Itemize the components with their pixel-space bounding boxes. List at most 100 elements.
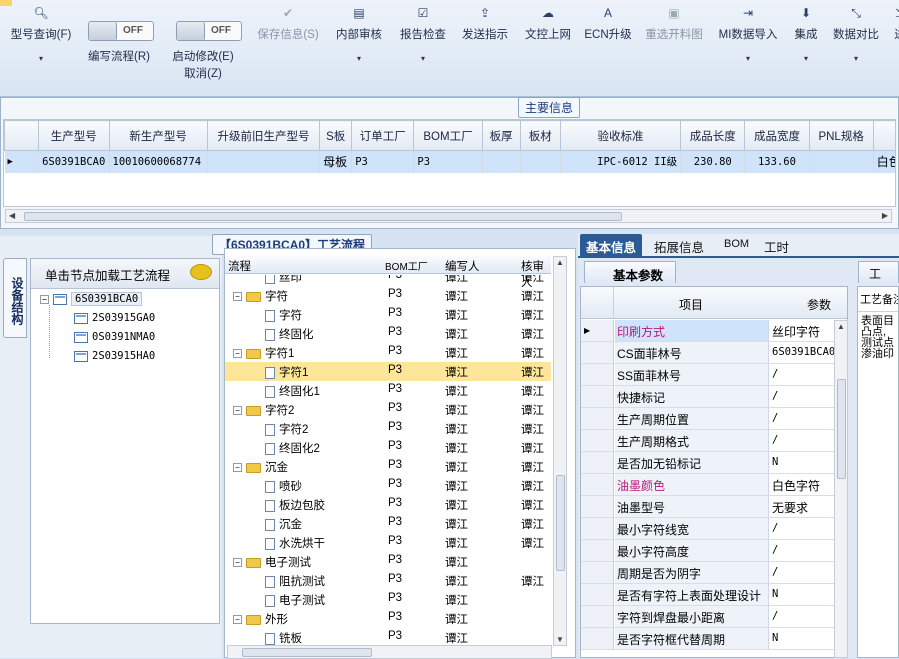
flow-row[interactable]: 阻抗测试 P3 谭江 谭江 xyxy=(225,571,551,590)
collapse-icon[interactable]: − xyxy=(233,558,242,568)
comment-bubble-icon[interactable] xyxy=(190,264,212,280)
param-row[interactable]: 生产周期格式 / xyxy=(581,430,847,452)
column-header[interactable]: BOM工厂 xyxy=(385,258,428,273)
tab-work-hours[interactable]: 工时 xyxy=(758,234,795,256)
mi-import-button[interactable]: ⇥ MI数据导入 ▾ xyxy=(716,6,780,63)
scroll-up-icon[interactable]: ▲ xyxy=(556,258,564,267)
column-header[interactable]: 板材 xyxy=(519,120,561,151)
flow-row[interactable]: 终固化2 P3 谭江 谭江 xyxy=(225,438,551,457)
collapse-icon[interactable]: − xyxy=(233,349,242,359)
tab-notes[interactable]: 工 xyxy=(858,261,899,283)
column-header[interactable]: 成品宽度 xyxy=(744,120,810,151)
flow-row[interactable]: 水洗烘干 P3 谭江 谭江 xyxy=(225,533,551,552)
param-row[interactable]: ▶ 印刷方式 丝印字符 xyxy=(581,320,847,342)
param-row[interactable]: 油墨颜色 白色字符 xyxy=(581,474,847,496)
param-row[interactable]: 字符到焊盘最小距离 / xyxy=(581,606,847,628)
column-header[interactable]: 新生产型号 xyxy=(108,120,208,151)
model-search-button[interactable]: 🔍︎ 型号查询(F) ▾ xyxy=(6,6,76,63)
flow-row[interactable]: − 字符2 P3 谭江 谭江 xyxy=(225,400,551,419)
document-icon xyxy=(265,499,275,512)
more-button[interactable]: ⇲ 进 xyxy=(890,6,899,42)
start-edit-toggle[interactable]: OFF xyxy=(176,21,242,41)
column-header[interactable]: 板厚 xyxy=(481,120,521,151)
collapse-icon[interactable]: − xyxy=(40,294,49,304)
data-compare-button[interactable]: ⤡ 数据对比 ▾ xyxy=(830,6,882,63)
main-grid-hscrollbar[interactable]: ◀ ▶ xyxy=(5,209,892,223)
param-row[interactable]: 周期是否为阴字 / xyxy=(581,562,847,584)
table-row[interactable]: ▶ 6S0391BCA0 10010600068774 母板 P3 P3 IPC… xyxy=(4,150,895,173)
param-row[interactable]: 是否加无铅标记 N xyxy=(581,452,847,474)
device-structure-tab[interactable]: 设备结构 xyxy=(3,258,27,338)
write-flow-toggle[interactable]: OFF xyxy=(88,21,154,41)
column-header[interactable]: 验收标准 xyxy=(559,120,682,151)
flow-row[interactable]: 铣板 P3 谭江 xyxy=(225,628,551,645)
column-header[interactable]: 生产型号 xyxy=(38,120,110,151)
collapse-icon[interactable]: − xyxy=(233,406,242,416)
flow-row[interactable]: 字符 P3 谭江 谭江 xyxy=(225,305,551,324)
flow-row[interactable]: 丝印 P3 谭江 谭江 xyxy=(225,275,551,286)
scroll-left-icon[interactable]: ◀ xyxy=(9,211,15,220)
ecn-upgrade-button[interactable]: A ECN升级 xyxy=(584,6,632,42)
doc-online-button[interactable]: ☁ 文控上网 xyxy=(520,6,576,42)
flow-row[interactable]: 板边包胶 P3 谭江 谭江 xyxy=(225,495,551,514)
integrate-button[interactable]: ⬇ 集成 ▾ xyxy=(790,6,822,63)
flow-row[interactable]: − 字符1 P3 谭江 谭江 xyxy=(225,343,551,362)
column-header[interactable]: 流程 xyxy=(228,258,251,274)
collapse-icon[interactable]: − xyxy=(233,463,242,473)
column-header[interactable]: 成品长度 xyxy=(680,120,746,151)
flow-row[interactable]: − 字符 P3 谭江 谭江 xyxy=(225,286,551,305)
flow-row[interactable]: − 外形 P3 谭江 xyxy=(225,609,551,628)
column-header[interactable]: PNL规格 xyxy=(808,120,874,151)
tree-node-root[interactable]: −6S0391BCA0 xyxy=(40,292,143,306)
send-instruction-button[interactable]: ⇪ 发送指示 xyxy=(458,6,512,42)
tab-basic-params[interactable]: 基本参数 xyxy=(584,261,676,283)
flow-row[interactable]: 终固化1 P3 谭江 谭江 xyxy=(225,381,551,400)
tab-extended-info[interactable]: 拓展信息 xyxy=(648,234,710,256)
notes-text[interactable]: 表面目 凸点, 测试点 渗油印 xyxy=(858,312,898,364)
flow-row[interactable]: 喷砂 P3 谭江 谭江 xyxy=(225,476,551,495)
column-header[interactable]: 编写人 xyxy=(445,258,480,274)
flow-row[interactable]: − 电子测试 P3 谭江 xyxy=(225,552,551,571)
tree-node[interactable]: 2S03915HA0 xyxy=(74,350,155,362)
flow-row[interactable]: 字符2 P3 谭江 谭江 xyxy=(225,419,551,438)
column-header[interactable]: 项目 xyxy=(679,296,703,313)
tree-node[interactable]: 2S03915GA0 xyxy=(74,312,155,324)
param-row[interactable]: 是否有字符上表面处理设计 N xyxy=(581,584,847,606)
param-row[interactable]: 最小字符线宽 / xyxy=(581,518,847,540)
param-row[interactable]: SS面菲林号 / xyxy=(581,364,847,386)
flow-row[interactable]: 终固化 P3 谭江 谭江 xyxy=(225,324,551,343)
param-row[interactable]: 是否字符框代替周期 N xyxy=(581,628,847,650)
column-header[interactable]: BOM工厂 xyxy=(413,120,483,151)
column-header[interactable]: 订单工厂 xyxy=(351,120,415,151)
flow-vscrollbar[interactable]: ▲ ▼ xyxy=(553,256,567,646)
scroll-up-icon[interactable]: ▲ xyxy=(837,322,845,331)
flow-factory: P3 xyxy=(388,364,403,376)
params-vscrollbar[interactable]: ▲ xyxy=(834,320,848,658)
splitter[interactable] xyxy=(849,286,857,658)
internal-review-button[interactable]: ▤ 内部审核 ▾ xyxy=(333,6,385,63)
tree-node[interactable]: 0S0391NMA0 xyxy=(74,331,155,343)
scroll-right-icon[interactable]: ▶ xyxy=(882,211,888,220)
flow-hscrollbar[interactable] xyxy=(227,645,552,659)
report-check-button[interactable]: ☑ 报告检查 ▾ xyxy=(396,6,450,63)
flow-row[interactable]: 电子测试 P3 谭江 xyxy=(225,590,551,609)
param-row[interactable]: 快捷标记 / xyxy=(581,386,847,408)
param-row[interactable]: 油墨型号 无要求 xyxy=(581,496,847,518)
param-row[interactable]: 最小字符高度 / xyxy=(581,540,847,562)
save-info-button[interactable]: ✔ 保存信息(S) xyxy=(252,6,324,42)
collapse-icon[interactable]: − xyxy=(233,615,242,625)
param-row[interactable]: CS面菲林号 6S0391BCA0. xyxy=(581,342,847,364)
flow-row[interactable]: 沉金 P3 谭江 谭江 xyxy=(225,514,551,533)
tab-basic-info[interactable]: 基本信息 xyxy=(580,234,643,256)
scroll-down-icon[interactable]: ▼ xyxy=(556,635,564,644)
flow-row[interactable]: − 沉金 P3 谭江 谭江 xyxy=(225,457,551,476)
collapse-icon[interactable]: − xyxy=(233,292,242,302)
flow-row[interactable]: 字符1 P3 谭江 谭江 xyxy=(225,362,551,381)
reselect-cut-drawing-button[interactable]: ▣ 重选开料图 xyxy=(640,6,708,42)
column-header[interactable]: 参数 xyxy=(807,296,831,313)
column-header[interactable]: 生 xyxy=(872,120,895,151)
tab-bom[interactable]: BOM xyxy=(718,234,755,256)
param-row[interactable]: 生产周期位置 / xyxy=(581,408,847,430)
column-header[interactable]: 升级前旧生产型号 xyxy=(206,120,321,151)
column-header[interactable]: S板 xyxy=(319,120,353,151)
